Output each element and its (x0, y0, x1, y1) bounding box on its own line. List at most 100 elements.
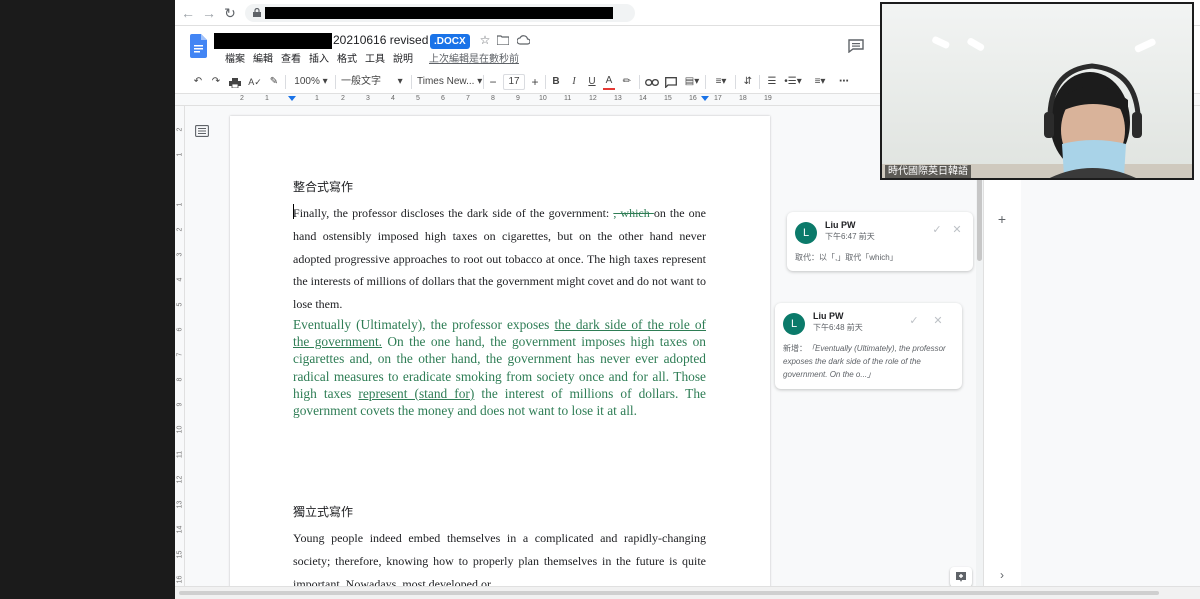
section-heading-integrated: 整合式寫作 (293, 180, 354, 194)
toolbar-divider (285, 75, 286, 89)
cloud-saved-icon[interactable] (517, 35, 530, 45)
undo-icon[interactable]: ↶ (191, 74, 205, 90)
increase-font-size-button[interactable]: + (529, 74, 541, 90)
right-indent-marker[interactable] (701, 96, 709, 101)
move-to-folder-icon[interactable] (497, 35, 509, 45)
redacted-url (265, 7, 613, 19)
file-format-badge: .DOCX (430, 34, 470, 49)
text-cursor (293, 204, 294, 219)
ruler-label: 9 (516, 95, 520, 102)
decrease-font-size-button[interactable]: − (487, 74, 499, 90)
menu-edit[interactable]: 編輯 (249, 53, 277, 67)
suggestion-comment-card[interactable]: L Liu PW 下午6:47 前天 ✓ ✕ 取代：以「,」取代「which」 (787, 212, 973, 271)
italic-button[interactable]: I (568, 74, 580, 90)
insert-image-icon[interactable]: ▤▾ (683, 74, 701, 90)
zoom-select[interactable]: 100% ▾ (291, 74, 331, 90)
menu-file[interactable]: 檔案 (221, 53, 249, 67)
menu-insert[interactable]: 插入 (305, 53, 333, 67)
toolbar-divider (411, 75, 412, 89)
vruler-label: 8 (176, 377, 184, 382)
bold-button[interactable]: B (550, 74, 562, 90)
accept-suggestion-icon[interactable]: ✓ (931, 224, 943, 236)
redo-icon[interactable]: ↷ (209, 74, 223, 90)
line-spacing-icon[interactable]: ⇵ (741, 74, 755, 90)
last-edit-link[interactable]: 上次編輯是在數秒前 (429, 53, 519, 67)
suggested-insertion-paragraph[interactable]: Eventually (Ultimately), the professor e… (293, 316, 706, 419)
menu-help[interactable]: 說明 (389, 53, 417, 67)
add-icon[interactable]: + (994, 211, 1010, 227)
ruler-label: 7 (466, 95, 470, 102)
zoom-value: 100% (294, 76, 320, 87)
ruler-label: 12 (589, 95, 597, 102)
vruler-label: 4 (176, 277, 184, 282)
spellcheck-icon[interactable]: A✓ (247, 74, 263, 90)
numbered-list-icon[interactable]: ≡▾ (809, 74, 831, 90)
comment-body: 新增：「Eventually (Ultimately), the profess… (783, 342, 955, 381)
vruler-label: 3 (176, 252, 184, 257)
style-select[interactable]: 一般文字 ▾ (341, 74, 407, 90)
paragraph-integrated-original[interactable]: Finally, the professor discloses the dar… (293, 202, 706, 316)
forward-arrow-icon[interactable]: → (200, 4, 218, 22)
vruler-label: 16 (176, 575, 184, 584)
underline-button[interactable]: U (586, 74, 598, 90)
avatar: L (795, 222, 817, 244)
comment-body: 取代：以「,」取代「which」 (795, 253, 898, 262)
ruler-label: 15 (664, 95, 672, 102)
align-icon[interactable]: ≡▾ (711, 74, 731, 90)
text-color-button[interactable]: A (603, 74, 615, 90)
comment-body-label: 新增： (783, 344, 807, 353)
explore-icon[interactable] (950, 567, 972, 587)
highlight-color-icon[interactable]: ✏ (621, 74, 633, 90)
ruler-label: 2 (341, 95, 345, 102)
reject-suggestion-icon[interactable]: ✕ (951, 224, 963, 236)
font-select[interactable]: Times New... ▾ (417, 74, 482, 90)
add-comment-icon[interactable] (665, 77, 677, 88)
document-outline-icon[interactable] (195, 125, 209, 137)
comment-history-icon[interactable] (848, 39, 864, 53)
star-icon[interactable]: ☆ (477, 32, 493, 48)
ruler-label: 1 (315, 95, 319, 102)
webcam-name-label: 時代國際英日韓語 (885, 165, 971, 178)
toolbar-divider (735, 75, 736, 89)
scrollbar-thumb[interactable] (179, 591, 1159, 595)
ruler-label: 11 (564, 95, 572, 102)
vruler-label: 9 (176, 402, 184, 407)
ruler-label: 2 (240, 95, 244, 102)
comment-author: Liu PW (825, 220, 856, 230)
redacted-title (214, 33, 332, 49)
bulleted-list-icon[interactable]: •☰▾ (783, 74, 803, 90)
menu-view[interactable]: 查看 (277, 53, 305, 67)
left-indent-marker[interactable] (288, 96, 296, 101)
horizontal-scrollbar[interactable] (175, 586, 1200, 599)
print-icon[interactable] (229, 78, 241, 88)
document-title[interactable]: 20210616 revised (333, 33, 428, 47)
toolbar-divider (705, 75, 706, 89)
font-size-input[interactable]: 17 (503, 74, 525, 90)
back-arrow-icon[interactable]: ← (179, 4, 197, 22)
more-options-icon[interactable]: ⋯ (837, 74, 851, 90)
reject-suggestion-icon[interactable]: ✕ (932, 315, 944, 327)
menu-format[interactable]: 格式 (333, 53, 361, 67)
vruler-label: 12 (176, 475, 184, 484)
chevron-right-icon[interactable]: › (994, 568, 1010, 582)
suggestion-comment-card[interactable]: L Liu PW 下午6:48 前天 ✓ ✕ 新增：「Eventually (U… (775, 303, 962, 389)
menu-tools[interactable]: 工具 (361, 53, 389, 67)
paint-format-icon[interactable]: ✎ (267, 74, 281, 90)
section-heading-independent: 獨立式寫作 (293, 505, 354, 519)
checklist-icon[interactable]: ☰ (765, 74, 779, 90)
insert-link-icon[interactable] (645, 79, 659, 86)
ruler-label: 18 (739, 95, 747, 102)
ruler-label: 3 (366, 95, 370, 102)
screen: ← → ↻ 20210616 revised .DOCX ☆ 檔案 編輯 查看 … (0, 0, 1200, 599)
vertical-ruler: 2 1 1 2 3 4 5 6 7 8 9 10 11 12 13 14 15 … (175, 106, 185, 586)
document-page[interactable]: 整合式寫作 Finally, the professor discloses t… (230, 116, 770, 596)
menu-bar: 檔案 編輯 查看 插入 格式 工具 說明 上次編輯是在數秒前 (221, 53, 519, 67)
comment-author: Liu PW (813, 311, 844, 321)
google-docs-logo-icon[interactable] (190, 34, 207, 58)
suggested-deletion[interactable]: , which (613, 206, 654, 220)
style-value: 一般文字 (341, 76, 381, 87)
toolbar-divider (759, 75, 760, 89)
reload-icon[interactable]: ↻ (221, 4, 239, 22)
address-bar[interactable] (245, 4, 635, 22)
accept-suggestion-icon[interactable]: ✓ (908, 315, 920, 327)
